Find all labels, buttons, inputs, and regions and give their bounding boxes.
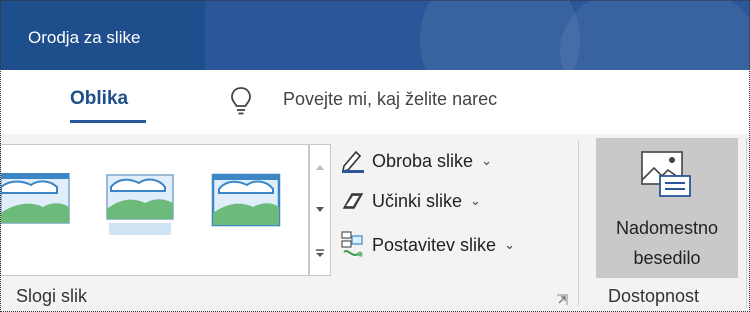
picture-effects-label: Učinki slike	[372, 190, 463, 211]
lightbulb-icon[interactable]	[230, 86, 252, 116]
picture-layout-icon	[341, 231, 363, 257]
alt-text-label-line2: besedilo	[633, 248, 701, 268]
gallery-more-icon	[316, 248, 324, 257]
picture-layout-button[interactable]: Postavitev slike ⌄	[340, 230, 515, 260]
picture-border-icon	[341, 150, 364, 173]
alt-text-button[interactable]: Nadomestno besedilo	[596, 138, 738, 278]
alt-text-icon	[641, 151, 691, 197]
context-title-bar: Orodja za slike	[0, 0, 750, 70]
chevron-down-icon: ⌄	[470, 193, 481, 208]
gallery-scrollbar	[309, 144, 331, 276]
picture-border-label: Obroba slike	[372, 150, 474, 171]
chevron-down-icon: ⌄	[504, 237, 515, 252]
alt-text-label-line1: Nadomestno	[615, 218, 719, 238]
tell-me-search-input[interactable]: Povejte mi, kaj želite narec	[283, 89, 497, 110]
picture-styles-gallery	[0, 144, 309, 276]
chevron-down-icon	[316, 206, 324, 212]
picture-style-thumbnail[interactable]	[1, 173, 71, 229]
group-separator	[746, 138, 747, 308]
ribbon-tab-row: Oblika Povejte mi, kaj želite narec	[0, 70, 750, 134]
picture-style-thumbnail[interactable]	[211, 171, 281, 233]
gallery-scroll-down-button[interactable]	[310, 188, 330, 231]
picture-style-thumbnail[interactable]	[105, 171, 175, 241]
chevron-up-icon	[316, 164, 324, 170]
tab-format[interactable]: Oblika	[70, 88, 128, 110]
picture-tools-context-tab[interactable]: Orodja za slike	[0, 0, 205, 70]
gallery-expand-button[interactable]	[310, 231, 330, 274]
context-tab-label: Orodja za slike	[28, 28, 141, 47]
background-decoration	[420, 0, 580, 70]
accessibility-group-label: Dostopnost	[608, 286, 700, 306]
picture-styles-group-label: Slogi slik	[16, 286, 88, 306]
active-tab-indicator	[70, 120, 146, 123]
ribbon-body: Obroba slike ⌄ Učinki slike ⌄ Postavitev…	[0, 134, 750, 312]
picture-layout-label: Postavitev slike	[372, 234, 497, 255]
picture-border-button[interactable]: Obroba slike ⌄	[340, 146, 492, 176]
chevron-down-icon: ⌄	[481, 153, 492, 168]
gallery-scroll-up-button[interactable]	[310, 145, 330, 188]
group-separator	[578, 140, 579, 306]
picture-effects-button[interactable]: Učinki slike ⌄	[340, 186, 481, 216]
background-decoration	[560, 0, 750, 70]
dialog-launcher-icon[interactable]	[556, 294, 568, 306]
picture-effects-icon	[342, 193, 364, 209]
